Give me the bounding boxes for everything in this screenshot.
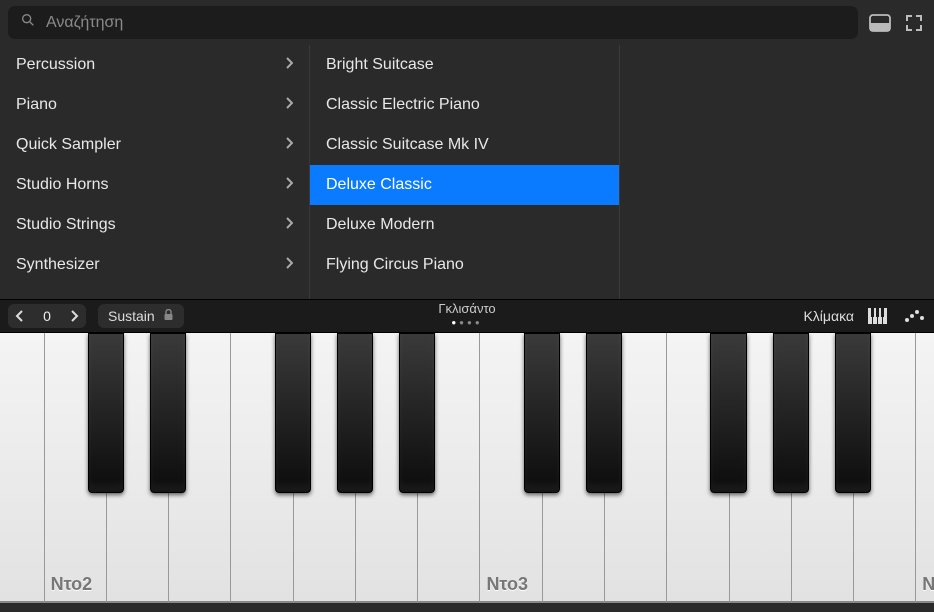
black-key[interactable] <box>835 333 871 493</box>
black-key[interactable] <box>524 333 560 493</box>
search-bar <box>0 0 934 45</box>
sustain-button[interactable]: Sustain <box>98 304 184 328</box>
instrument-label: Flying Circus Piano <box>326 256 603 274</box>
category-label: Percussion <box>16 56 285 74</box>
black-key[interactable] <box>586 333 622 493</box>
instrument-row[interactable]: Deluxe Classic <box>310 165 619 205</box>
instrument-row[interactable]: Deluxe Modern <box>310 205 619 245</box>
octave-down-button[interactable] <box>8 304 32 328</box>
octave-up-button[interactable] <box>62 304 86 328</box>
search-icon <box>20 12 36 33</box>
chevron-right-icon <box>285 216 293 234</box>
keyboard-mode[interactable]: Γκλισάντο ●●●● <box>438 301 495 327</box>
black-key[interactable] <box>88 333 124 493</box>
octave-label: Ντο2 <box>51 574 93 595</box>
fullscreen-button[interactable] <box>902 11 926 35</box>
black-key[interactable] <box>150 333 186 493</box>
category-row[interactable]: Piano <box>0 85 309 125</box>
instrument-row[interactable]: Classic Suitcase Mk IV <box>310 125 619 165</box>
instrument-label: Deluxe Modern <box>326 216 603 234</box>
piano-keyboard[interactable]: Ντο2 Ντο3 Ντο4 <box>0 333 934 603</box>
black-key[interactable] <box>710 333 746 493</box>
category-row[interactable]: Quick Sampler <box>0 125 309 165</box>
white-key[interactable]: Ντο4 <box>915 333 934 603</box>
black-key[interactable] <box>773 333 809 493</box>
sound-browser: Percussion Piano Quick Sampler Studio Horns… <box>0 45 934 299</box>
instrument-label: Classic Suitcase Mk IV <box>326 136 603 154</box>
arpeggiator-icon[interactable] <box>904 309 926 323</box>
chevron-right-icon <box>285 256 293 274</box>
category-label: Studio Strings <box>16 216 285 234</box>
sustain-label: Sustain <box>108 308 155 324</box>
category-row[interactable]: Studio Horns <box>0 165 309 205</box>
octave-label: Ντο3 <box>486 574 528 595</box>
instrument-row[interactable]: Classic Electric Piano <box>310 85 619 125</box>
search-input[interactable] <box>46 14 846 32</box>
keyboard-toolbar: 0 Sustain Γκλισάντο ●●●● Κλίμακα <box>0 299 934 333</box>
black-key[interactable] <box>399 333 435 493</box>
keyboard-layout-icon[interactable] <box>868 308 890 324</box>
scale-button[interactable]: Κλίμακα <box>803 308 854 324</box>
chevron-right-icon <box>285 96 293 114</box>
instrument-label: Bright Suitcase <box>326 56 603 74</box>
octave-value: 0 <box>32 308 62 324</box>
chevron-right-icon <box>285 176 293 194</box>
category-label: Piano <box>16 96 285 114</box>
white-key[interactable] <box>0 333 44 603</box>
search-field[interactable] <box>8 6 858 39</box>
octave-stepper: 0 <box>8 304 86 328</box>
lock-icon <box>163 308 174 324</box>
category-list[interactable]: Percussion Piano Quick Sampler Studio Horns… <box>0 45 310 299</box>
octave-label: Ντο4 <box>922 574 934 595</box>
instrument-row[interactable]: Bright Suitcase <box>310 45 619 85</box>
category-label: Studio Horns <box>16 176 285 194</box>
instrument-label: Deluxe Classic <box>326 176 603 194</box>
category-row[interactable]: Synthesizer <box>0 245 309 285</box>
chevron-right-icon <box>285 136 293 154</box>
black-key[interactable] <box>275 333 311 493</box>
category-row[interactable]: Studio Strings <box>0 205 309 245</box>
keyboard-mode-label: Γκλισάντο <box>438 301 495 316</box>
instrument-list[interactable]: Bright Suitcase Classic Electric Piano Cla… <box>310 45 620 299</box>
black-key[interactable] <box>337 333 373 493</box>
category-label: Synthesizer <box>16 256 285 274</box>
instrument-label: Classic Electric Piano <box>326 96 603 114</box>
page-dots: ●●●● <box>438 318 495 327</box>
browser-detail-pane <box>620 45 934 299</box>
category-label: Quick Sampler <box>16 136 285 154</box>
chevron-right-icon <box>285 56 293 74</box>
view-toggle-button[interactable] <box>868 11 892 35</box>
instrument-row[interactable]: Flying Circus Piano <box>310 245 619 285</box>
category-row[interactable]: Percussion <box>0 45 309 85</box>
